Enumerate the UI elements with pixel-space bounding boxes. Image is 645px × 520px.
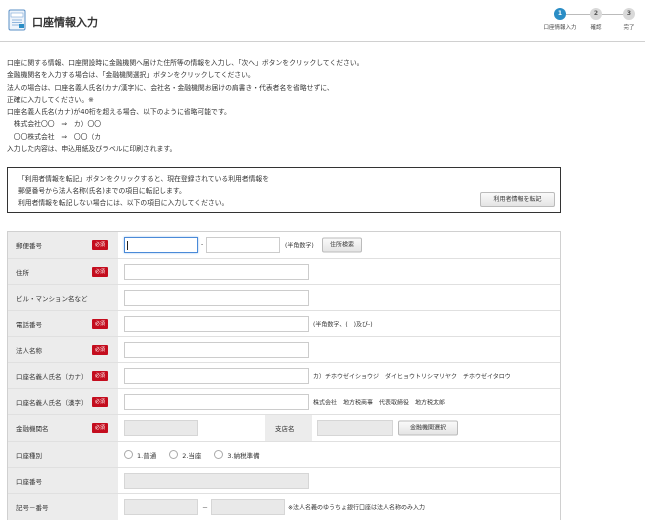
account-form: 郵便番号 必須 - (半角数字) 住所検索 住所 必須 ビル・マンション名など 電話… [7,231,561,520]
postal-code-row: 郵便番号 必須 - (半角数字) 住所検索 [8,232,560,259]
postal-format-note: (半角数字) [285,242,314,250]
corp-name-input[interactable] [124,341,309,358]
instruction-line: 正確に入力してください。※ [7,95,94,104]
phone-row: 電話番号 必須 (半角数字、( )及び-) [8,311,560,337]
holder-kana-label: 口座名義人氏名（カナ） [16,372,88,381]
account-type-label: 口座種別 [16,451,42,460]
account-type-tax-reserve[interactable]: 3.納税準備 [214,450,260,460]
bank-select-button[interactable]: 金融機関選択 [398,420,458,436]
bank-name-label: 金融機関名 [16,425,49,433]
bank-row: 金融機関名 必須 支店名 金融機関選択 [8,415,560,442]
holder-kanji-label: 口座名義人氏名（漢字） [16,398,88,407]
address-row: 住所 必須 [8,259,560,285]
instruction-line: 口座に関する情報、口座開設時に金融機関へ届けた住所等の情報を入力し、「次へ」ボタ… [7,59,364,67]
postal-code-second-input[interactable] [206,237,280,253]
phone-format-note: (半角数字、( )及び-) [313,321,373,328]
building-label: ビル・マンション名など [16,294,88,303]
holder-kanji-row: 口座名義人氏名（漢字） 必須 株式会社 地方税商事 代表取締役 地方税太郎 [8,389,560,415]
holder-kana-example: カ）チホウゼイショウジ ダイヒョウトリシマリヤク チホウゼイタロウ [313,373,511,380]
account-form-icon [8,9,26,31]
page-header: 口座情報入力 1 口座情報入力 2 確認 3 完了 [0,0,645,42]
instruction-line: 法人の場合は、口座名義人氏名(カナ/漢字)に、会社名・金融機関お届けの肩書き・代… [7,83,334,92]
instruction-line: 入力した内容は、申込用紙及びラベルに印刷されます。 [7,145,177,154]
corp-name-label: 法人名称 [16,346,42,355]
account-type-current[interactable]: 2.当座 [169,450,201,460]
account-type-row: 口座種別 1.普通 2.当座 3.納税準備 [8,442,560,468]
holder-kanji-example: 株式会社 地方税商事 代表取締役 地方税太郎 [313,399,446,406]
symbol-number-label: 記号－番号 [16,504,49,512]
required-badge: 必須 [92,240,109,250]
transfer-description: 「利用者情報を転記」ボタンをクリックすると、現在登録されている利用者情報を 郵便… [18,175,270,207]
account-number-label: 口座番号 [16,477,42,486]
page-title: 口座情報入力 [32,16,98,29]
required-badge: 必須 [92,318,109,329]
account-number-row: 口座番号 [8,468,560,494]
holder-kanji-input[interactable] [124,393,309,410]
instruction-line: 〇〇株式会社 ⇒ 〇〇（カ [7,132,102,141]
radio-button[interactable] [169,450,179,459]
building-input[interactable] [124,289,309,306]
holder-kana-input[interactable] [124,367,309,384]
instruction-line: 株式会社〇〇 ⇒ カ）〇〇 [7,120,102,129]
account-type-ordinary[interactable]: 1.普通 [124,450,156,460]
symbol-dash: － [202,504,209,512]
symbol-input[interactable] [124,499,198,515]
postal-code-label: 郵便番号 [16,242,42,250]
bank-name-input[interactable] [124,420,198,436]
phone-input[interactable] [124,315,309,332]
branch-name-label: 支店名 [275,425,295,433]
postal-dash: - [201,241,204,249]
step-input: 1 口座情報入力 [543,8,577,31]
number-input[interactable] [211,499,285,515]
step-complete: 3 完了 [623,8,635,31]
postal-code-first-input[interactable] [124,237,198,253]
account-number-input[interactable] [124,472,309,489]
address-input[interactable] [124,263,309,280]
branch-name-input[interactable] [317,420,393,436]
radio-button[interactable] [214,450,224,459]
instructions: 口座に関する情報、口座開設時に金融機関へ届けた住所等の情報を入力し、「次へ」ボタ… [7,57,627,155]
required-badge: 必須 [92,396,109,407]
phone-label: 電話番号 [16,320,42,329]
corp-name-row: 法人名称 必須 [8,337,560,363]
postal-bank-note: ※法人名義のゆうちょ銀行口座は法人名称のみ入力 [288,504,426,512]
holder-kana-row: 口座名義人氏名（カナ） 必須 カ）チホウゼイショウジ ダイヒョウトリシマリヤク チ… [8,363,560,389]
symbol-number-row: 記号－番号 － ※法人名義のゆうちょ銀行口座は法人名称のみ入力 [8,494,560,520]
building-row: ビル・マンション名など [8,285,560,311]
required-badge: 必須 [92,344,109,355]
required-badge: 必須 [92,266,109,277]
required-badge: 必須 [92,370,109,381]
user-info-transfer-box: 「利用者情報を転記」ボタンをクリックすると、現在登録されている利用者情報を 郵便… [7,167,561,213]
transfer-user-info-button[interactable]: 利用者情報を転記 [480,192,555,207]
progress-steps: 1 口座情報入力 2 確認 3 完了 [540,8,640,38]
instruction-line: 口座名義人氏名(カナ)が40桁を超える場合、以下のように省略可能です。 [7,108,231,117]
account-type-options: 1.普通 2.当座 3.納税準備 [124,450,260,460]
address-label: 住所 [16,268,29,277]
instruction-line: 金融機関名を入力する場合は、「金融機関選択」ボタンをクリックしてください。 [7,71,255,80]
radio-button[interactable] [124,450,133,459]
required-badge: 必須 [92,423,109,433]
address-search-button[interactable]: 住所検索 [322,237,362,253]
